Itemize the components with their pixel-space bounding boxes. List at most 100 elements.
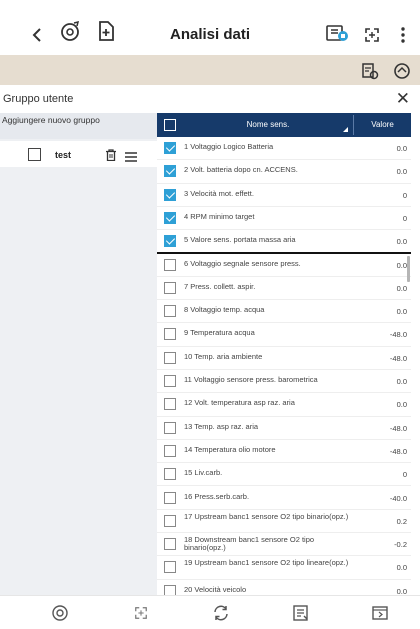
row-checkbox[interactable] — [164, 468, 176, 481]
folder-icon[interactable] — [370, 603, 390, 623]
row-checkbox[interactable] — [164, 211, 176, 224]
more-vert-icon[interactable] — [396, 24, 410, 46]
sensor-name: 13 Temp. asp raz. aria — [184, 422, 259, 431]
menu-icon[interactable] — [125, 149, 137, 162]
table-row[interactable]: 12 Volt. temperatura asp raz. aria 0.0 — [157, 393, 411, 417]
row-checkbox[interactable] — [164, 281, 176, 294]
row-checkbox[interactable] — [164, 328, 176, 341]
row-checkbox[interactable] — [164, 491, 176, 504]
table-row[interactable]: 6 Voltaggio segnale sensore press. 0.0 — [157, 253, 411, 277]
table-row[interactable]: 18 Downstream banc1 sensore O2 tipo bina… — [157, 533, 411, 557]
sensor-value: 0.0 — [396, 400, 407, 410]
sensor-name: 6 Voltaggio segnale sensore press. — [184, 259, 301, 268]
table-row[interactable]: 1 Voltaggio Logico Batteria 0.0 — [157, 137, 411, 161]
table-row[interactable]: 2 Volt. batteria dopo cn. ACCENS. 0.0 — [157, 160, 411, 184]
add-group-button[interactable]: Aggiungere nuovo gruppo — [0, 113, 157, 139]
sensor-value: 0.0 — [396, 563, 407, 573]
sensor-value: -48.0 — [389, 423, 407, 433]
record-icon[interactable] — [50, 603, 70, 623]
gauge-icon[interactable] — [392, 61, 412, 81]
table-row[interactable]: 8 Voltaggio temp. acqua 0.0 — [157, 300, 411, 324]
group-panel-header: Gruppo utente ✕ — [0, 88, 420, 110]
sensor-name: 9 Temperatura acqua — [184, 329, 255, 338]
refresh-icon[interactable] — [211, 603, 231, 623]
table-row[interactable]: 5 Valore sens. portata massa aria 0.0 — [157, 230, 411, 254]
recording-file-icon[interactable] — [360, 61, 380, 81]
table-row[interactable]: 16 Press.serb.carb. -40.0 — [157, 486, 411, 510]
sensor-name: 7 Press. collett. aspir. — [184, 282, 256, 291]
fullscreen-icon[interactable] — [362, 24, 382, 46]
fullscreen-icon[interactable] — [131, 603, 151, 623]
sensor-value: 0.0 — [396, 144, 407, 153]
group-panel-title: Gruppo utente — [3, 93, 74, 105]
sensor-name: 8 Voltaggio temp. acqua — [184, 306, 265, 315]
row-checkbox[interactable] — [164, 258, 176, 271]
row-checkbox[interactable] — [164, 375, 176, 387]
bottom-bar — [0, 595, 420, 629]
sensor-value: 0 — [402, 190, 407, 200]
sensor-value: 0 — [402, 470, 407, 480]
report-icon[interactable] — [291, 603, 311, 623]
app-bar: Analisi dati — [0, 0, 420, 55]
scrollbar[interactable] — [407, 256, 410, 282]
column-header-value[interactable]: Valore — [354, 120, 411, 129]
sensor-name: 11 Voltaggio sensore press. barometrica — [184, 376, 318, 384]
select-all-checkbox[interactable] — [164, 119, 176, 131]
sensor-value: -48.0 — [389, 353, 407, 363]
sensor-value: 0.0 — [396, 167, 407, 177]
table-row[interactable]: 9 Temperatura acqua -48.0 — [157, 323, 411, 347]
table-row[interactable]: 11 Voltaggio sensore press. barometrica 0… — [157, 370, 411, 394]
sensor-value: 0 — [402, 213, 407, 223]
table-row[interactable]: 3 Velocità mot. effett. 0 — [157, 183, 411, 207]
table-row[interactable]: 14 Temperatura olio motore -48.0 — [157, 439, 411, 464]
row-checkbox[interactable] — [164, 351, 176, 364]
sensor-value: 0.0 — [396, 237, 407, 247]
group-checkbox[interactable] — [28, 148, 41, 161]
table-row[interactable]: 19 Upstream banc1 sensore O2 tipo linear… — [157, 556, 411, 580]
sensor-name: 10 Temp. aria ambiente — [184, 352, 263, 361]
trash-icon[interactable] — [105, 148, 117, 162]
sensor-value: 0.0 — [396, 283, 407, 293]
sensor-value: 0.2 — [396, 516, 407, 526]
row-checkbox[interactable] — [164, 538, 176, 551]
row-checkbox[interactable] — [164, 444, 176, 457]
table-row[interactable]: 10 Temp. aria ambiente -48.0 — [157, 346, 411, 370]
sensor-name: 15 Liv.carb. — [184, 469, 223, 478]
row-checkbox[interactable] — [164, 305, 176, 318]
table-row[interactable]: 7 Press. collett. aspir. 0.0 — [157, 276, 411, 301]
row-checkbox[interactable] — [164, 235, 176, 248]
group-item[interactable]: test — [0, 141, 157, 167]
sensor-name: 14 Temperatura olio motore — [184, 445, 276, 454]
sensor-name: 20 Velocità veicolo — [184, 585, 247, 594]
secondary-toolbar — [0, 55, 420, 85]
sensor-value: 0.0 — [396, 260, 407, 270]
sensor-name: 19 Upstream banc1 sensore O2 tipo linear… — [184, 559, 349, 568]
group-list-panel: Aggiungere nuovo gruppo test — [0, 113, 157, 595]
row-checkbox[interactable] — [164, 421, 176, 434]
sensor-name: 18 Downstream banc1 sensore O2 tipo bina… — [184, 536, 315, 553]
sort-indicator-icon — [343, 127, 348, 132]
row-checkbox[interactable] — [164, 398, 176, 411]
sensor-name: 16 Press.serb.carb. — [184, 492, 250, 501]
column-header-name[interactable]: Nome sens. — [183, 120, 353, 129]
close-icon[interactable]: ✕ — [396, 90, 410, 107]
page-title: Analisi dati — [169, 26, 251, 43]
table-row[interactable]: 13 Temp. asp raz. aria -48.0 — [157, 416, 411, 440]
sensor-value: -48.0 — [389, 446, 407, 456]
row-checkbox[interactable] — [164, 561, 176, 574]
table-row[interactable]: 17 Upstream banc1 sensore O2 tipo binari… — [157, 509, 411, 534]
row-checkbox[interactable] — [164, 165, 176, 178]
table-row[interactable]: 15 Liv.carb. 0 — [157, 463, 411, 487]
sensor-name: 4 RPM minimo target — [184, 212, 255, 221]
dataset-icon[interactable] — [325, 22, 349, 44]
selection-divider — [157, 252, 411, 254]
sensor-value: 0.0 — [396, 377, 407, 386]
sensor-value: -48.0 — [389, 330, 407, 340]
sensor-name: 2 Volt. batteria dopo cn. ACCENS. — [184, 166, 298, 175]
sensor-value: -0.2 — [394, 540, 407, 550]
row-checkbox[interactable] — [164, 514, 176, 527]
row-checkbox[interactable] — [164, 188, 176, 201]
row-checkbox[interactable] — [164, 142, 176, 154]
table-row[interactable]: 4 RPM minimo target 0 — [157, 206, 411, 231]
sensor-name: 17 Upstream banc1 sensore O2 tipo binari… — [184, 512, 349, 521]
